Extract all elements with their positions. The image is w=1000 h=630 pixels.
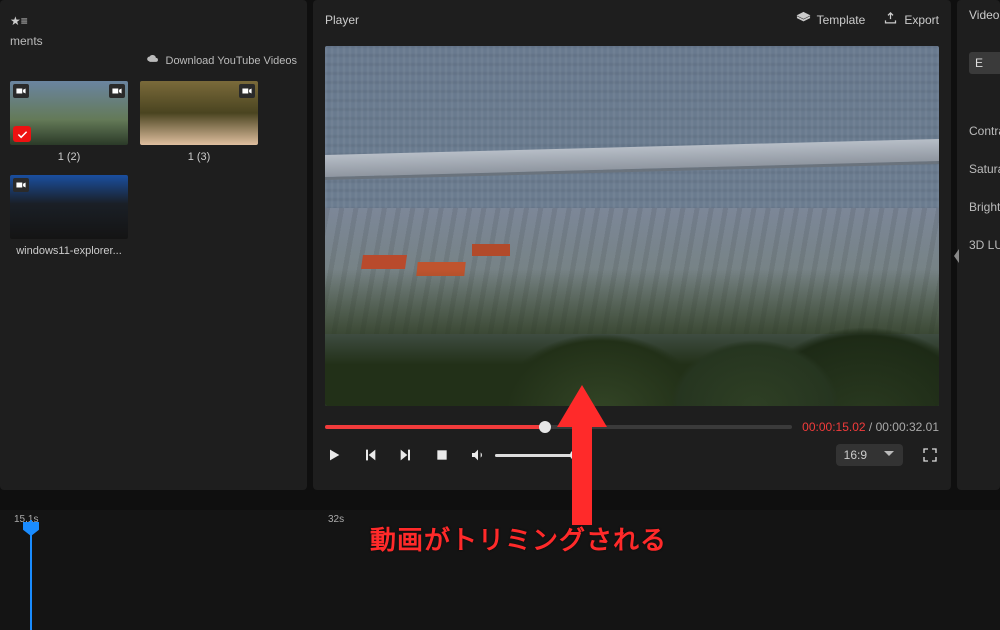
next-frame-button[interactable]: [397, 446, 415, 464]
properties-tab-button[interactable]: E: [969, 52, 1000, 74]
player-panel: Player Template Export: [313, 0, 951, 490]
camera-icon: [109, 84, 125, 98]
prop-contrast-label: Contra: [969, 124, 1000, 138]
annotation-text: 動画がトリミングされる: [370, 520, 667, 557]
prop-saturation-label: Satura: [969, 162, 1000, 176]
volume-slider[interactable]: [495, 454, 575, 457]
properties-title: Video P: [969, 8, 1000, 22]
fullscreen-button[interactable]: [921, 446, 939, 464]
stop-button[interactable]: [433, 446, 451, 464]
template-label: Template: [817, 13, 866, 27]
media-thumb-label: 1 (3): [188, 151, 211, 163]
export-button[interactable]: Export: [883, 11, 939, 29]
volume-icon[interactable]: [469, 446, 487, 464]
template-button[interactable]: Template: [796, 11, 866, 29]
chevron-down-icon: [883, 448, 895, 462]
play-button[interactable]: [325, 446, 343, 464]
video-preview[interactable]: [325, 46, 939, 406]
export-label: Export: [904, 13, 939, 27]
media-thumb[interactable]: [10, 81, 128, 145]
media-thumb-label: windows11-explorer...: [16, 245, 122, 257]
time-current: 00:00:15.02: [802, 420, 865, 434]
download-youtube-label: Download YouTube Videos: [166, 55, 298, 67]
playhead-cap-icon: [23, 522, 39, 536]
media-panel: ★≡ ments Download YouTube Videos 1 (2): [0, 0, 307, 490]
media-thumb-label: 1 (2): [58, 151, 81, 163]
download-youtube-link[interactable]: Download YouTube Videos: [10, 48, 297, 77]
media-thumb[interactable]: [140, 81, 258, 145]
layers-icon: [796, 11, 811, 29]
aspect-ratio-select[interactable]: 16:9: [836, 444, 903, 466]
prop-3dlut-label: 3D LU: [969, 238, 1000, 252]
camera-icon: [13, 84, 29, 98]
ruler-mark: 32s: [328, 514, 344, 525]
export-icon: [883, 11, 898, 29]
collapse-properties-icon[interactable]: [950, 245, 964, 267]
playhead[interactable]: [30, 520, 32, 630]
player-title: Player: [325, 13, 778, 27]
time-total: 00:00:32.01: [876, 420, 939, 434]
prop-brightness-label: Bright: [969, 200, 1000, 214]
camera-icon: [239, 84, 255, 98]
aspect-ratio-value: 16:9: [844, 448, 867, 462]
media-panel-title: ments: [10, 34, 297, 48]
cloud-download-icon: [146, 54, 160, 67]
media-thumb[interactable]: [10, 175, 128, 239]
camera-icon: [13, 178, 29, 192]
timecode: 00:00:15.02 / 00:00:32.01: [802, 420, 939, 434]
prev-frame-button[interactable]: [361, 446, 379, 464]
seek-bar[interactable]: [325, 425, 792, 429]
selected-check-icon: [13, 126, 31, 142]
favorite-icon: ★≡: [10, 14, 28, 28]
